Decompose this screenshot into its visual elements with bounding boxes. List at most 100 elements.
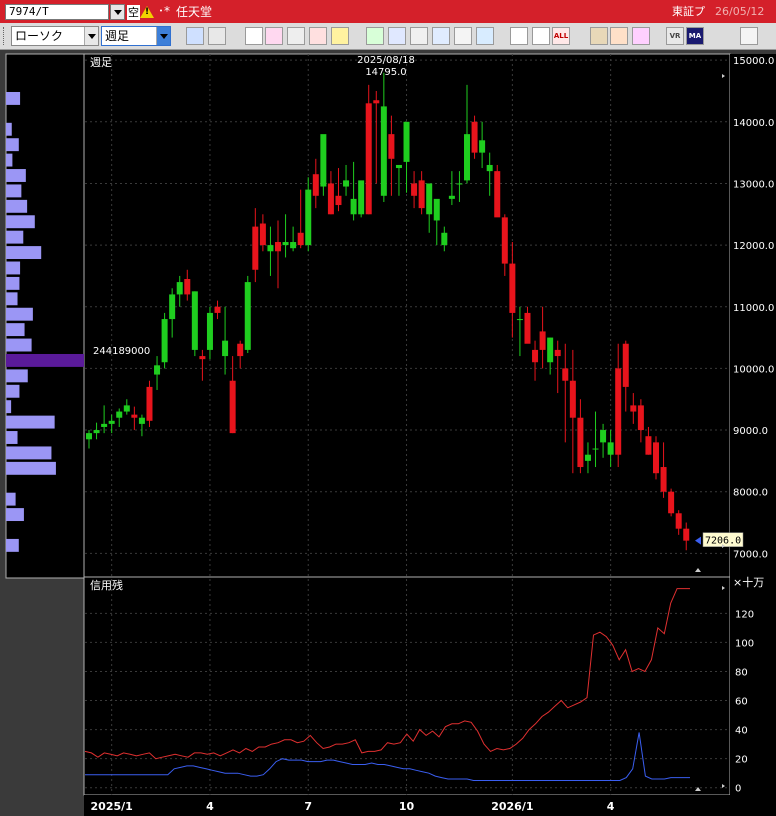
wrench-icon[interactable]: [610, 27, 628, 45]
candle-body: [154, 365, 161, 375]
price-tick-label: 9000.0: [733, 426, 768, 437]
sub-tick-label: 0: [735, 784, 741, 795]
toolbar-ma-button[interactable]: MA: [686, 27, 704, 45]
candle-body: [350, 198, 357, 215]
candle-body: [471, 121, 478, 153]
candle-body: [653, 442, 659, 474]
volume-profile-bar: [6, 508, 24, 522]
magnifier-icon[interactable]: [186, 27, 204, 45]
warning-icon[interactable]: [331, 27, 349, 45]
toolbar-grip[interactable]: [3, 27, 7, 45]
volume-profile-bar: [6, 91, 21, 105]
candle-body: [259, 223, 266, 246]
candle-body: [108, 420, 115, 424]
price-tick-label: 10000.0: [733, 364, 774, 375]
settings-icon[interactable]: [590, 27, 608, 45]
candle-body: [380, 106, 387, 196]
candle-body: [622, 343, 629, 387]
volume-profile-bar: [6, 400, 12, 414]
chart-type-select[interactable]: ローソク: [11, 26, 99, 46]
candle-body: [630, 405, 637, 412]
candle-body: [569, 380, 576, 418]
candle-body: [275, 242, 281, 252]
chart-area[interactable]: 244189000 15000.0 14000.0 13000.0 12000.0 11…: [0, 50, 776, 816]
arrow-icon[interactable]: [432, 27, 450, 45]
candle-body: [615, 368, 622, 455]
price-tick-label: 8000.0: [733, 488, 768, 499]
candle-body: [660, 467, 667, 492]
candle-body: [441, 232, 448, 246]
volume-profile-bar: [6, 215, 35, 229]
chart-type-value: ローソク: [15, 29, 64, 43]
candle-body: [554, 349, 561, 357]
pen-icon[interactable]: [366, 27, 384, 45]
list-icon[interactable]: [740, 27, 758, 45]
candle-body: [161, 319, 168, 363]
kara-badge: 空: [127, 5, 140, 20]
cursor-icon[interactable]: [410, 27, 428, 45]
company-name: 任天堂: [176, 5, 213, 19]
download-icon[interactable]: [245, 27, 263, 45]
bar-icon[interactable]: [532, 27, 550, 45]
market-name: 東証プ: [672, 5, 705, 18]
document-icon[interactable]: [454, 27, 472, 45]
toolbar-all-button[interactable]: ALL: [552, 27, 570, 45]
candle-body: [335, 195, 342, 206]
trash-icon[interactable]: [476, 27, 494, 45]
volume-profile-bar: [6, 138, 19, 152]
date-tick-label: 4: [607, 800, 615, 813]
price-tick-label: 13000.0: [733, 179, 774, 190]
volume-profile-bar: [6, 369, 28, 383]
candle-body: [191, 291, 198, 350]
candle-body: [645, 436, 652, 455]
candle-body: [146, 386, 153, 421]
zoom-icon[interactable]: [265, 27, 283, 45]
price-tick-label: 15000.0: [733, 56, 774, 67]
volume-profile-bar: [6, 292, 18, 306]
candle-body: [222, 340, 229, 357]
sub-chart-title: 信用残: [90, 578, 123, 592]
toolbar-vr-button[interactable]: VR: [666, 27, 684, 45]
chevron-down-icon[interactable]: [156, 27, 170, 45]
candle-body: [199, 356, 206, 360]
volume-profile-bar: [6, 230, 24, 244]
candle-body: [592, 448, 599, 450]
price-tick-label: 14000.0: [733, 118, 774, 129]
candle-body: [433, 198, 440, 221]
date-tick-label: 4: [206, 800, 214, 813]
candle-body: [501, 217, 508, 264]
candle-body: [426, 183, 433, 215]
candle-body: [327, 183, 334, 215]
candle-body: [176, 282, 183, 295]
warning-triangle-icon[interactable]: [140, 6, 154, 18]
volume-profile-bar: [6, 338, 32, 352]
candle-body: [532, 349, 539, 363]
candle-body: [116, 411, 123, 418]
alert-icon[interactable]: [309, 27, 327, 45]
symbol-dropdown-button[interactable]: [110, 4, 125, 20]
chevron-down-icon[interactable]: [84, 27, 98, 45]
table-icon[interactable]: [287, 27, 305, 45]
sub-tick-label: 40: [735, 726, 748, 737]
period-value: 週足: [105, 29, 130, 43]
grid-icon[interactable]: [208, 27, 226, 45]
volume-max-label: 244189000: [93, 346, 150, 357]
candle-body: [675, 513, 682, 529]
candle-body: [312, 174, 319, 196]
symbol-input[interactable]: 7974/T: [5, 4, 109, 20]
candle-icon[interactable]: [510, 27, 528, 45]
chart-toolbar: ローソク 週足 ALL VR MA: [0, 23, 776, 50]
candle-body: [494, 171, 501, 218]
quote-date: 26/05/12: [715, 5, 765, 18]
candle-body: [101, 423, 108, 427]
period-select[interactable]: 週足: [101, 26, 171, 46]
candle-body: [252, 226, 259, 270]
color-icon[interactable]: [632, 27, 650, 45]
candle-body: [365, 103, 372, 215]
high-date-label: 2025/08/18: [357, 55, 415, 66]
market-mark: ･*: [158, 4, 171, 18]
candle-body: [388, 134, 395, 159]
candle-body: [290, 242, 297, 249]
line-tool-icon[interactable]: [388, 27, 406, 45]
candle-body: [244, 282, 251, 350]
